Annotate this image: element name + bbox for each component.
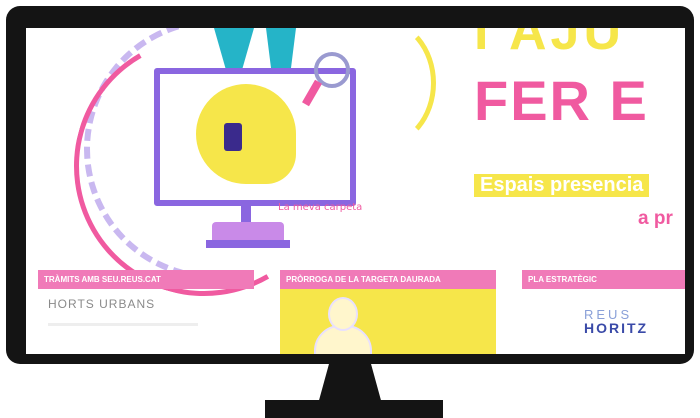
illustration-figure xyxy=(196,84,296,184)
card-pla-estrategic[interactable]: PLA ESTRATÈGIC REUS HORITZ xyxy=(522,270,685,354)
monitor-neck xyxy=(318,362,382,404)
monitor-foot xyxy=(265,400,443,418)
card-link-horts-urbans[interactable]: HORTS URBANS xyxy=(48,297,254,311)
monitor-frame: La meva carpeta I AJU FER E Espais prese… xyxy=(6,6,694,364)
illustration-stand xyxy=(241,200,251,224)
card-image[interactable] xyxy=(280,289,496,354)
reus-logo-bottom: HORITZ xyxy=(584,320,649,336)
card-header[interactable]: PLA ESTRATÈGIC xyxy=(522,270,685,289)
person-head-illustration xyxy=(328,297,358,331)
illustration-label-carpeta[interactable]: La meva carpeta xyxy=(278,202,362,213)
card-header[interactable]: PRÒRROGA DE LA TARGETA DAURADA xyxy=(280,270,496,289)
card-targeta-daurada[interactable]: PRÒRROGA DE LA TARGETA DAURADA xyxy=(280,270,496,354)
hero-ribbon-sub: a pr xyxy=(638,208,673,229)
website-screen: La meva carpeta I AJU FER E Espais prese… xyxy=(26,28,685,354)
card-tramits[interactable]: TRÀMITS AMB SEU.REUS.CAT HORTS URBANS xyxy=(38,270,254,354)
phone-icon xyxy=(224,123,242,151)
hero-ribbon: Espais presencia xyxy=(474,174,650,197)
illustration-stand-foot xyxy=(206,240,290,248)
card-text-placeholder xyxy=(48,323,198,326)
card-header[interactable]: TRÀMITS AMB SEU.REUS.CAT xyxy=(38,270,254,289)
hero-headline-line1: I AJU xyxy=(474,28,625,61)
hero-headline-line2: FER E xyxy=(474,69,649,132)
